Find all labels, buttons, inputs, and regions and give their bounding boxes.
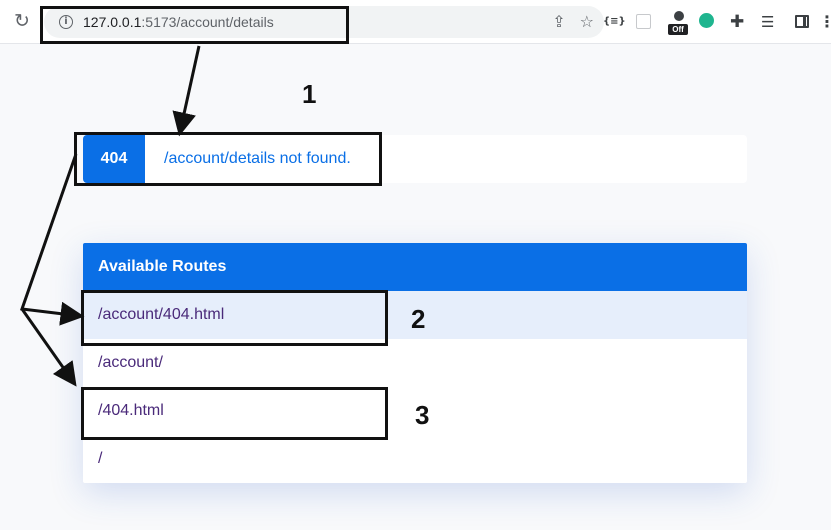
reading-list-icon[interactable]: ☰ xyxy=(761,12,774,32)
annotation-box-route-2 xyxy=(81,290,388,346)
side-panel-icon[interactable] xyxy=(795,15,809,28)
annotation-number-3: 3 xyxy=(415,400,430,430)
arrow-message-to-route-2 xyxy=(19,153,85,326)
bookmark-star-icon[interactable]: ☆ xyxy=(580,13,594,31)
available-routes-card: Available Routes /account/404.html /acco… xyxy=(83,243,747,483)
annotation-box-url xyxy=(40,6,349,44)
routes-header: Available Routes xyxy=(83,243,747,291)
annotation-number-2: 2 xyxy=(411,304,426,334)
puzzle-extensions-icon[interactable]: ✚ xyxy=(730,12,744,32)
share-icon[interactable]: ⇪ xyxy=(552,13,565,31)
annotation-number-1: 1 xyxy=(302,79,317,109)
off-badge: Off xyxy=(668,24,688,35)
annotation-box-404-message xyxy=(74,132,382,186)
json-extension-icon[interactable]: {≡} xyxy=(603,12,626,32)
extension-square-icon[interactable] xyxy=(636,14,651,29)
extension-green-icon[interactable] xyxy=(699,13,714,28)
arrow-url-to-message xyxy=(172,45,201,137)
route-link-account[interactable]: /account/ xyxy=(83,339,747,387)
extension-off-icon[interactable]: Off xyxy=(668,11,690,35)
arrow-message-to-route-3 xyxy=(20,308,77,387)
annotation-box-route-3 xyxy=(81,387,388,440)
reload-icon[interactable]: ↻ xyxy=(14,11,30,33)
menu-icon[interactable]: ⋮ xyxy=(819,12,831,32)
route-link-root[interactable]: / xyxy=(83,435,747,483)
